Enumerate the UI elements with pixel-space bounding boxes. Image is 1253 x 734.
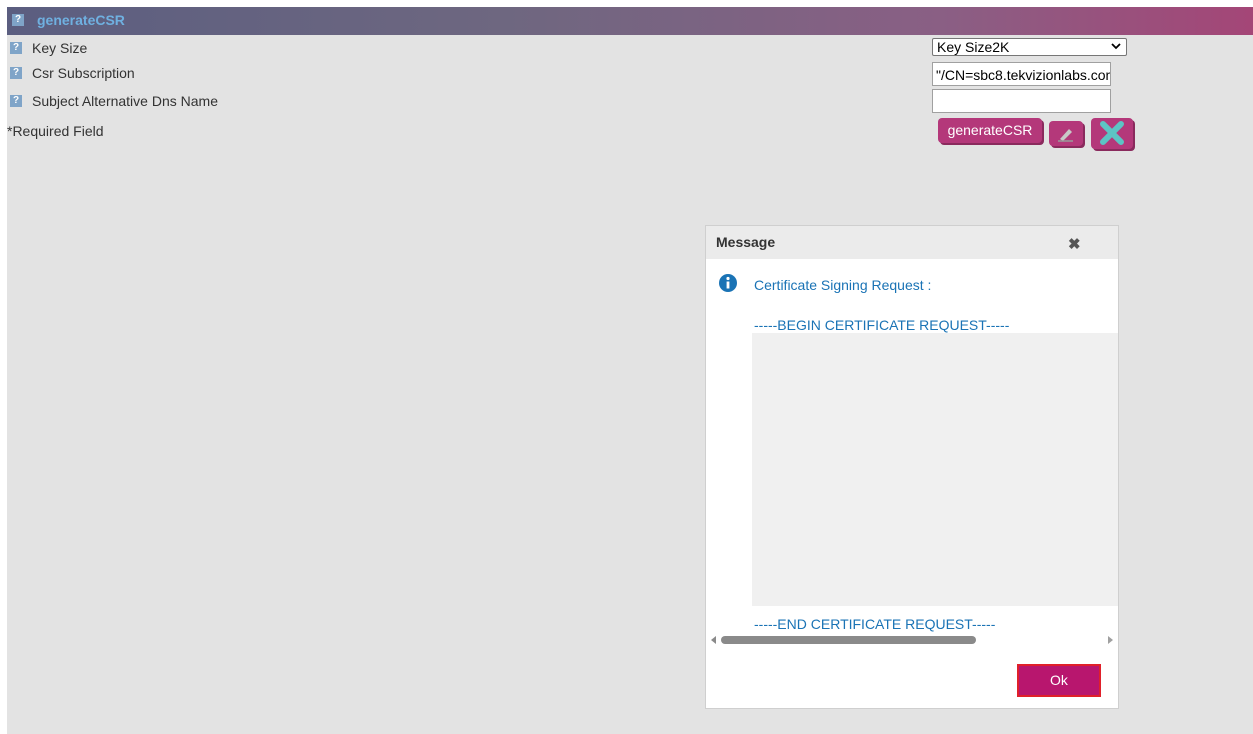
close-icon — [1100, 121, 1124, 145]
help-icon[interactable]: ? — [10, 95, 22, 107]
chevron-down-icon — [1111, 43, 1121, 50]
dialog-title: Message — [716, 234, 776, 250]
generate-csr-button[interactable]: generateCSR — [938, 118, 1042, 143]
clear-button[interactable] — [1049, 121, 1083, 146]
dialog-close-icon[interactable]: ✖ — [1068, 235, 1081, 253]
help-icon[interactable]: ? — [12, 14, 24, 26]
generate-csr-panel: ? generateCSR ? Key Size ? Csr Subscript… — [7, 7, 1253, 734]
scroll-left-icon[interactable] — [711, 636, 717, 644]
dialog-header: Message ✖ — [706, 226, 1118, 259]
san-label: Subject Alternative Dns Name — [32, 93, 218, 109]
required-field-note: *Required Field — [7, 123, 104, 139]
cancel-button[interactable] — [1091, 118, 1133, 149]
key-size-selected-value: Key Size2K — [937, 39, 1010, 55]
scroll-right-icon[interactable] — [1107, 636, 1113, 644]
horizontal-scrollbar[interactable] — [706, 632, 1118, 648]
message-dialog: Message ✖ Certificate Signing Request : … — [705, 225, 1119, 709]
csr-subscription-input[interactable]: "/CN=sbc8.tekvizionlabs.com — [932, 62, 1111, 86]
help-icon[interactable]: ? — [10, 67, 22, 79]
san-input[interactable] — [932, 89, 1111, 113]
panel-title: generateCSR — [37, 12, 125, 28]
key-size-label: Key Size — [32, 40, 88, 56]
key-size-select[interactable]: Key Size2K — [932, 38, 1127, 56]
dialog-message: Certificate Signing Request : — [754, 277, 932, 293]
csr-end-marker: -----END CERTIFICATE REQUEST----- — [754, 616, 996, 632]
help-icon[interactable]: ? — [10, 42, 22, 54]
csr-begin-marker: -----BEGIN CERTIFICATE REQUEST----- — [754, 317, 1010, 333]
info-icon — [719, 274, 737, 292]
eraser-icon — [1058, 129, 1073, 142]
csr-content-area — [752, 333, 1118, 606]
panel-titlebar: ? generateCSR — [7, 7, 1253, 35]
csr-subscription-label: Csr Subscription — [32, 65, 135, 81]
scrollbar-thumb[interactable] — [721, 636, 976, 644]
ok-button[interactable]: Ok — [1017, 664, 1101, 697]
